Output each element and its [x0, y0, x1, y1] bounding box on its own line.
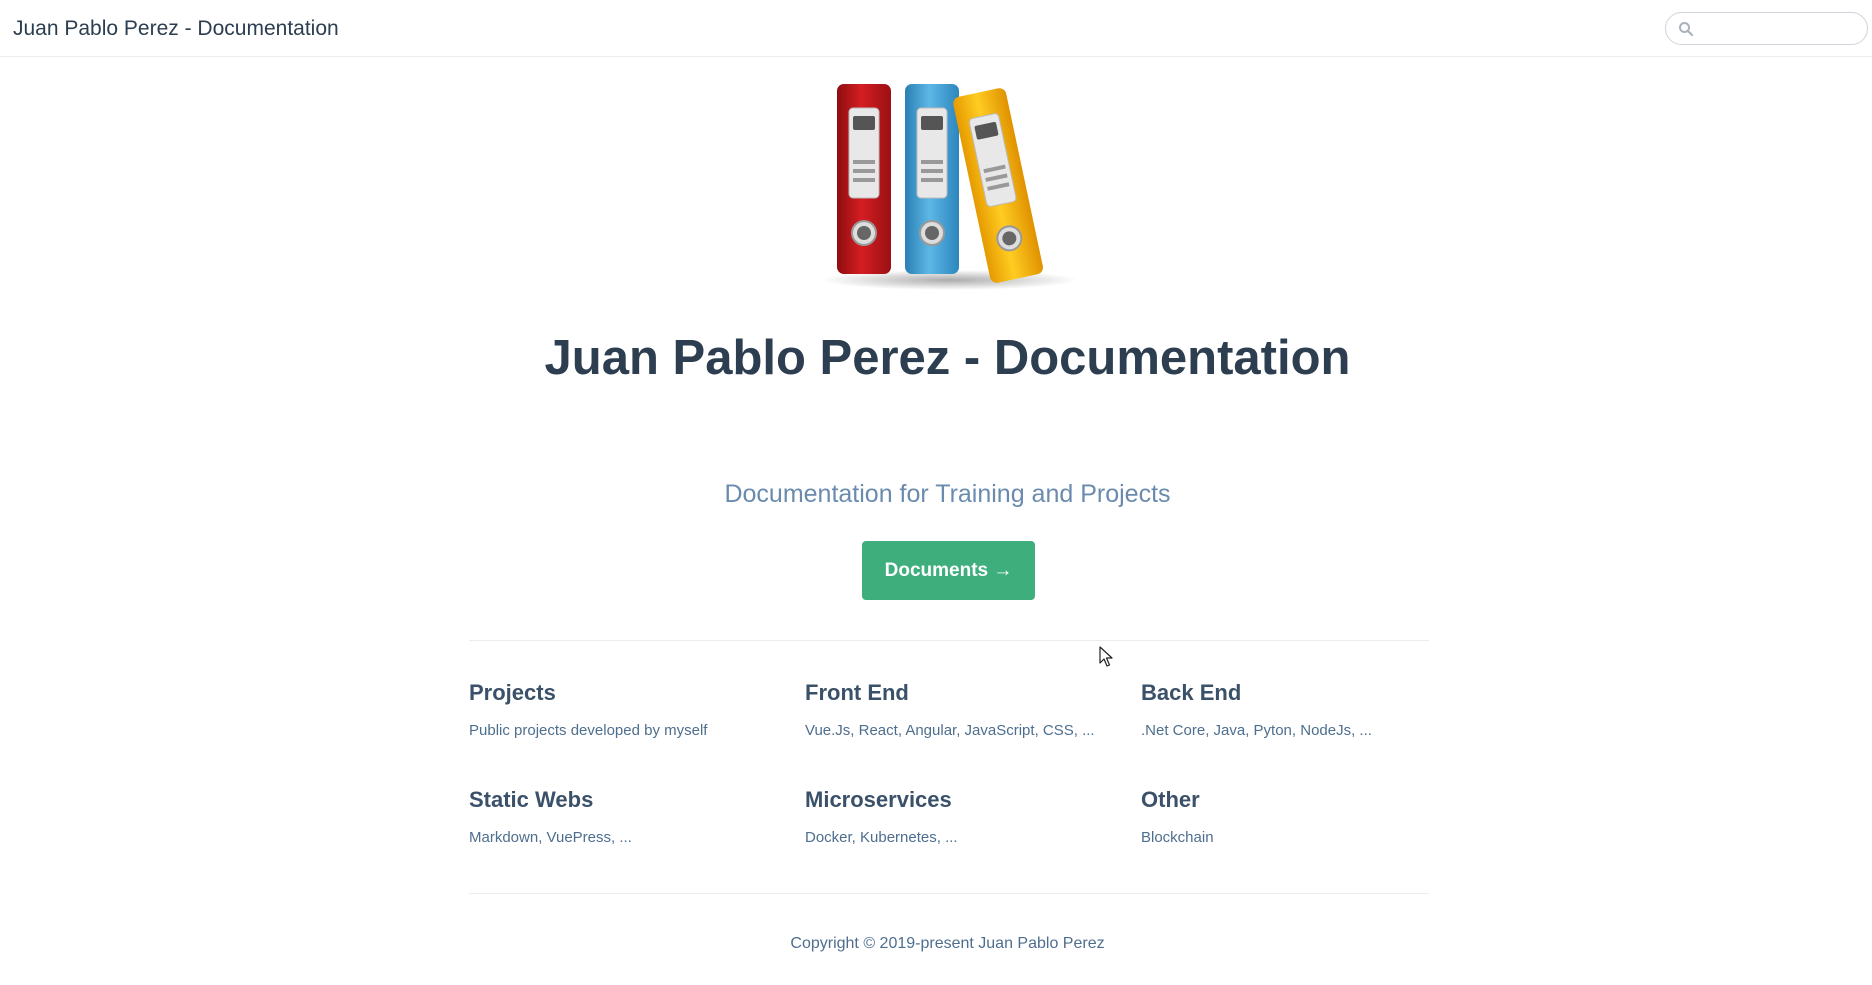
feature-title: Other — [1141, 787, 1200, 812]
features-divider-top — [469, 640, 1429, 641]
hero-title: Juan Pablo Perez - Documentation — [544, 331, 1351, 385]
feature-other: Other Blockchain — [1141, 787, 1451, 846]
blue-binder — [905, 84, 959, 274]
feature-front-end: Front End Vue.Js, React, Angular, JavaSc… — [805, 680, 1115, 739]
footer: Copyright © 2019-present Juan Pablo Pere… — [790, 935, 1105, 952]
feature-details: Vue.Js, React, Angular, JavaScript, CSS,… — [805, 722, 1095, 739]
feature-back-end: Back End .Net Core, Java, Pyton, NodeJs,… — [1141, 680, 1451, 739]
feature-title: Back End — [1141, 680, 1242, 705]
hero-description: Documentation for Training and Projects — [724, 480, 1171, 508]
feature-details: Blockchain — [1141, 829, 1214, 846]
yellow-binder — [953, 88, 1043, 283]
feature-title: Static Webs — [469, 787, 594, 812]
feature-static-webs: Static Webs Markdown, VuePress, ... — [469, 787, 779, 846]
documents-button[interactable]: Documents → — [862, 541, 1035, 600]
feature-details: .Net Core, Java, Pyton, NodeJs, ... — [1141, 722, 1372, 739]
mouse-cursor-icon — [1099, 646, 1113, 667]
search-icon — [1679, 22, 1694, 37]
navbar: Juan Pablo Perez - Documentation — [0, 0, 1872, 57]
feature-projects: Projects Public projects developed by my… — [469, 680, 779, 739]
feature-details: Markdown, VuePress, ... — [469, 829, 632, 846]
site-name-link[interactable]: Juan Pablo Perez - Documentation — [13, 17, 339, 41]
footer-divider — [469, 893, 1429, 894]
feature-details: Public projects developed by myself — [469, 722, 708, 739]
feature-details: Docker, Kubernetes, ... — [805, 829, 958, 846]
feature-microservices: Microservices Docker, Kubernetes, ... — [805, 787, 1115, 846]
search-input[interactable] — [1700, 17, 1864, 43]
binders-illustration — [822, 84, 1078, 290]
feature-title: Microservices — [805, 787, 952, 812]
search-box[interactable] — [1665, 12, 1868, 45]
red-binder — [837, 84, 891, 274]
feature-title: Projects — [469, 680, 556, 705]
feature-title: Front End — [805, 680, 909, 705]
